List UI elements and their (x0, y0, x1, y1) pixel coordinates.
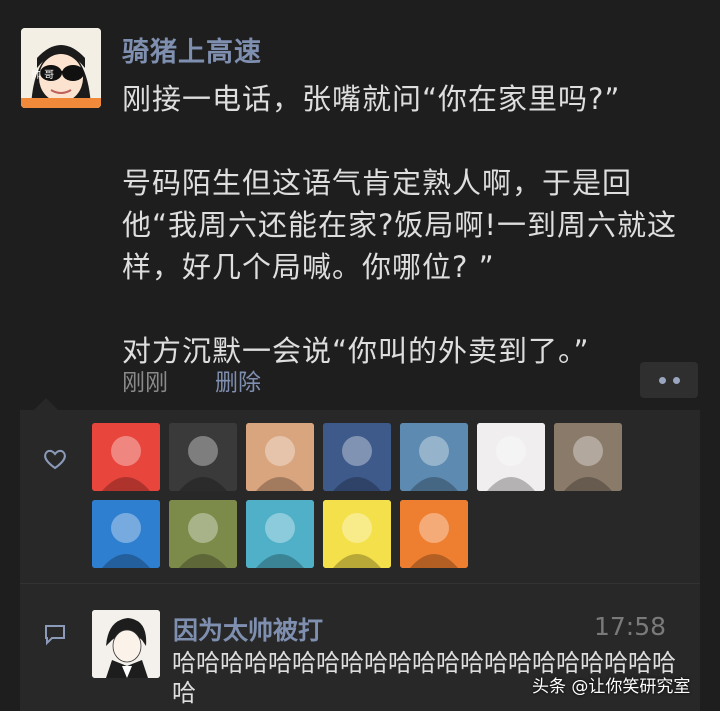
comment-icon (45, 625, 65, 646)
delete-button[interactable]: 删除 (215, 363, 261, 397)
dot-icon (658, 376, 666, 384)
dot-icon (672, 376, 680, 384)
panel-pointer (34, 398, 58, 410)
like-avatar-dark-knight-figure[interactable] (169, 423, 237, 491)
watermark: 头条 @让你笑研究室 (532, 677, 691, 697)
heart-icon (44, 449, 66, 470)
avatar-caption: 帅 哥 (31, 70, 55, 81)
like-avatar-panda-cartoon[interactable] (400, 500, 468, 568)
like-avatar-girl-photo[interactable] (246, 423, 314, 491)
post-content: 刚接一电话，张嘴就问“你在家里吗?” 号码陌生但这语气肯定熟人啊，于是回他“我周… (122, 78, 682, 372)
comment-timestamp: 17:58 (594, 612, 667, 641)
post-timestamp: 刚刚 (122, 370, 168, 396)
like-avatar-red-creature[interactable] (169, 500, 237, 568)
more-actions-button[interactable] (640, 362, 698, 398)
moments-post: 帅 哥 骑猪上高速 刚接一电话，张嘴就问“你在家里吗?” 号码陌生但这语气肯定熟… (0, 0, 720, 711)
post-paragraph: 对方沉默一会说“你叫的外卖到了。” (122, 334, 590, 368)
post-paragraph: 刚接一电话，张嘴就问“你在家里吗?” (122, 82, 621, 116)
like-avatar-chibi-girl[interactable] (92, 500, 160, 568)
like-avatar-glasses-boy[interactable] (323, 423, 391, 491)
author-avatar-text: 帅 哥 (31, 66, 93, 81)
like-avatar-couple-photo[interactable] (400, 423, 468, 491)
like-avatar-straw-hat-character[interactable] (246, 500, 314, 568)
divider (20, 583, 700, 584)
commenter-name[interactable]: 因为太帅被打 (173, 611, 323, 647)
like-avatar-suited-man-sketch[interactable] (477, 423, 545, 491)
commenter-avatar[interactable] (92, 610, 160, 678)
like-avatar-yellow-cartoon[interactable] (323, 500, 391, 568)
post-paragraph: 号码陌生但这语气肯定熟人啊，于是回他“我周六还能在家?饭局啊!一到周六就这样，好… (122, 166, 678, 284)
post-author-name[interactable]: 骑猪上高速 (122, 30, 262, 69)
like-avatar-fox-cartoon[interactable] (92, 423, 160, 491)
like-avatar-white-shirt-man[interactable] (554, 423, 622, 491)
